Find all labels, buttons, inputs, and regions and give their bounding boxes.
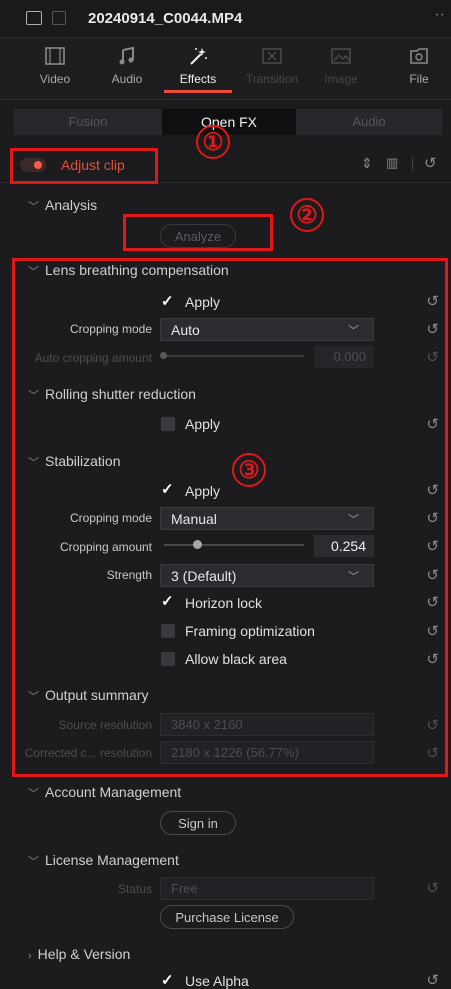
- tab-audio[interactable]: Audio: [102, 46, 152, 86]
- use-alpha-check[interactable]: ✓: [161, 971, 174, 989]
- tab-audio-label: Audio: [111, 72, 143, 86]
- sort-arrows-icon[interactable]: ⇕: [361, 155, 373, 172]
- annotation-box-analyze: [123, 214, 273, 251]
- chevron-down-icon: ﹀: [28, 201, 39, 213]
- video-icon: [45, 47, 65, 65]
- annotation-box-settings: [12, 258, 448, 777]
- tab-transition-label: Transition: [245, 72, 299, 86]
- subtab-fusion[interactable]: Fusion: [14, 109, 162, 135]
- reset-icon: ↺: [426, 880, 439, 897]
- reset-icon[interactable]: ↺: [426, 971, 439, 989]
- tab-video-label: Video: [39, 72, 71, 86]
- account-header[interactable]: ﹀ Account Management: [28, 784, 181, 801]
- tab-active-indicator: [164, 90, 232, 93]
- tab-file-label: File: [409, 72, 429, 86]
- subtab-audio[interactable]: Audio: [296, 109, 442, 135]
- use-alpha-label: Use Alpha: [185, 973, 249, 989]
- inspector-tabs: Video Audio Effects Transition Image Fil…: [0, 38, 451, 100]
- transition-icon: [262, 48, 282, 64]
- tab-image[interactable]: Image: [316, 46, 366, 86]
- license-title: License Management: [45, 852, 179, 868]
- tab-image-label: Image: [324, 72, 358, 86]
- purchase-license-button[interactable]: Purchase License: [160, 905, 294, 929]
- chevron-down-icon: ﹀: [28, 788, 39, 800]
- reset-effect-icon[interactable]: ↺: [424, 154, 437, 172]
- magic-wand-icon: [190, 48, 207, 65]
- clip-filename: 20240914_C0044.MP4: [88, 10, 243, 27]
- file-icon: [410, 48, 428, 64]
- tab-effects-label: Effects: [179, 72, 217, 86]
- annotation-number-2: ②: [290, 198, 324, 232]
- ellipsis-icon[interactable]: ··: [434, 6, 445, 24]
- title-bar: 20240914_C0044.MP4 ··: [0, 0, 451, 38]
- analysis-title: Analysis: [45, 197, 98, 213]
- help-title: Help & Version: [37, 946, 131, 962]
- license-status-label: Status: [117, 882, 152, 896]
- image-icon: [331, 48, 351, 64]
- license-status-field: Free: [160, 877, 374, 900]
- chevron-down-icon: ﹀: [28, 856, 39, 868]
- annotation-box-effect: [10, 148, 158, 184]
- license-header[interactable]: ﹀ License Management: [28, 852, 179, 869]
- account-title: Account Management: [45, 784, 182, 800]
- chevron-right-icon: ›: [28, 950, 32, 962]
- music-note-icon: [119, 46, 134, 65]
- tab-file[interactable]: File: [394, 46, 444, 86]
- annotation-number-3: ③: [232, 453, 266, 487]
- subtab-bar: Fusion Open FX Audio: [14, 109, 442, 135]
- tab-transition[interactable]: Transition: [240, 46, 304, 86]
- tab-video[interactable]: Video: [30, 46, 80, 86]
- divider: [412, 157, 413, 171]
- help-header[interactable]: › Help & Version: [28, 946, 130, 962]
- tab-effects[interactable]: Effects: [164, 46, 232, 93]
- clip-thumbnail-icon[interactable]: [26, 11, 42, 25]
- filmstrip-icon[interactable]: [52, 11, 66, 25]
- trash-icon[interactable]: ▥: [386, 155, 398, 171]
- sign-in-button[interactable]: Sign in: [160, 811, 236, 835]
- annotation-number-1: ①: [196, 125, 230, 159]
- subtab-open-fx[interactable]: Open FX: [162, 109, 296, 135]
- analysis-header[interactable]: ﹀ Analysis: [28, 197, 97, 214]
